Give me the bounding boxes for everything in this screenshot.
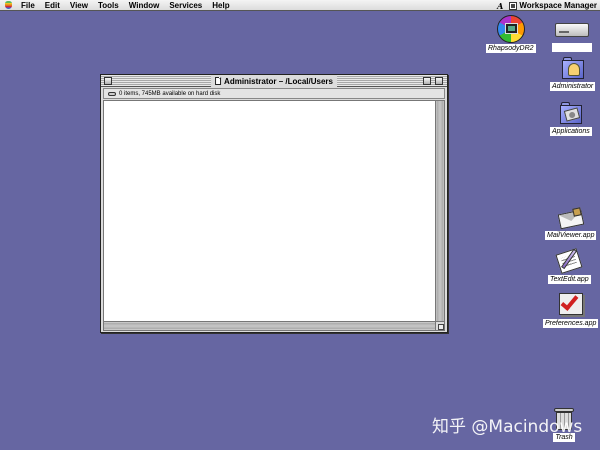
applications-folder-icon (558, 100, 584, 126)
rhapsody-disk-icon (496, 15, 525, 43)
close-box-icon[interactable] (104, 77, 112, 85)
preferences-checkmark-icon (557, 290, 585, 318)
desktop-icon-label: RhapsodyDR2 (486, 44, 536, 53)
desktop-icon-label: Applications (550, 127, 592, 136)
collapse-box-icon[interactable] (435, 77, 443, 85)
mail-envelope-icon (557, 206, 585, 230)
window-title-text: Administrator – /Local/Users (224, 76, 333, 86)
window-content-area[interactable] (103, 100, 436, 322)
desktop-icon-textedit[interactable]: TextEdit.app (548, 246, 591, 284)
desktop-icon-label (552, 43, 592, 52)
zoom-box-icon[interactable] (423, 77, 431, 85)
finder-window: Administrator – /Local/Users 0 items, 74… (100, 74, 448, 333)
disk-icon (108, 91, 116, 96)
workspace-app-icon (509, 1, 518, 10)
application-menu[interactable]: A Workspace Manager (497, 0, 600, 11)
textedit-pen-icon (555, 246, 583, 274)
menu-window[interactable]: Window (124, 0, 165, 11)
desktop-icon-administrator[interactable]: Administrator (550, 55, 596, 91)
hard-disk-icon (555, 23, 589, 37)
apple-icon (4, 1, 12, 9)
desktop-icon-applications[interactable]: Applications (550, 100, 592, 136)
desktop-icon-hard-disk[interactable] (552, 15, 592, 52)
resize-grow-box-icon[interactable] (436, 322, 445, 331)
desktop-icon-preferences[interactable]: Preferences.app (543, 290, 599, 328)
menu-file[interactable]: File (16, 0, 40, 11)
home-folder-icon (560, 55, 586, 81)
menu-bar: File Edit View Tools Window Services Hel… (0, 0, 600, 11)
desktop-icon-rhapsody[interactable]: RhapsodyDR2 (486, 15, 536, 53)
menu-services[interactable]: Services (164, 0, 207, 11)
desktop-icon-label: Preferences.app (543, 319, 599, 328)
disk-status-text: 0 items, 745MB available on hard disk (119, 90, 221, 97)
horizontal-scrollbar[interactable] (103, 322, 436, 331)
vertical-scrollbar[interactable] (436, 100, 445, 322)
desktop-icon-mailviewer[interactable]: MailViewer.app (545, 206, 597, 240)
font-glyph-icon: A (497, 0, 504, 11)
window-info-bar: 0 items, 745MB available on hard disk (103, 88, 445, 99)
window-title-bar[interactable]: Administrator – /Local/Users (101, 75, 447, 87)
desktop-icon-label: Administrator (550, 82, 596, 91)
document-icon (215, 77, 222, 85)
window-title: Administrator – /Local/Users (211, 75, 337, 87)
desktop-icon-label: MailViewer.app (545, 231, 597, 240)
watermark-text: 知乎 @Macindows (432, 417, 583, 437)
menu-help[interactable]: Help (207, 0, 234, 11)
desktop-icon-label: TextEdit.app (548, 275, 591, 284)
menu-tools[interactable]: Tools (93, 0, 124, 11)
active-app-name: Workspace Manager (519, 1, 597, 10)
menu-view[interactable]: View (65, 0, 93, 11)
apple-menu[interactable] (0, 0, 16, 11)
menu-edit[interactable]: Edit (40, 0, 65, 11)
